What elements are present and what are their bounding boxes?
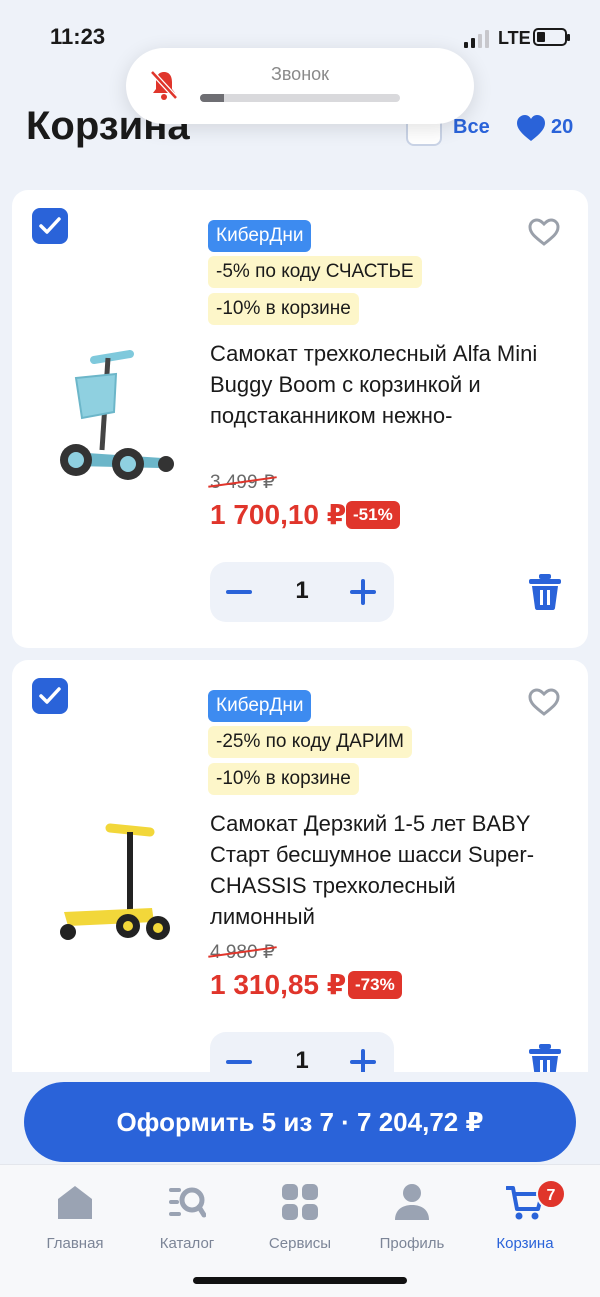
scooter-blue-image bbox=[60, 350, 174, 480]
product-name[interactable]: Самокат Дерзкий 1-5 лет BABY Старт бесшу… bbox=[210, 808, 540, 932]
status-time: 11:23 bbox=[50, 24, 106, 49]
promo-tag: КиберДни bbox=[208, 220, 312, 252]
favorite-heart-icon[interactable] bbox=[528, 218, 560, 246]
checkout-button[interactable]: Оформить 5 из 7 · 7 204,72 ₽ bbox=[24, 1082, 576, 1162]
cart-offer: -10% в корзине bbox=[208, 293, 359, 325]
ringer-label: Звонок bbox=[270, 64, 330, 84]
code-offer: -25% по коду ДАРИМ bbox=[208, 726, 413, 758]
tab-label: Профиль bbox=[379, 1235, 445, 1252]
favorites-heart-icon[interactable] bbox=[516, 114, 546, 142]
select-all-label[interactable]: Все bbox=[453, 116, 490, 139]
ringer-popup: Звонок bbox=[126, 48, 474, 124]
tab-label: Корзина bbox=[496, 1235, 554, 1252]
old-price: 3 499 ₽ bbox=[210, 472, 275, 493]
item-checkbox[interactable] bbox=[32, 208, 68, 244]
battery-icon bbox=[533, 28, 570, 46]
tab-services[interactable]: Сервисы bbox=[245, 1179, 355, 1259]
discount-badge: -51% bbox=[346, 501, 400, 529]
product-name[interactable]: Самокат трехколесный Alfa Mini Buggy Boo… bbox=[210, 338, 540, 431]
new-price: 1 700,10 ₽ bbox=[210, 499, 347, 530]
cart-item: КиберДни -5% по коду СЧАСТЬЕ -10% в корз… bbox=[12, 190, 588, 648]
checkmark-icon bbox=[39, 687, 61, 704]
trash-icon[interactable] bbox=[528, 574, 562, 610]
new-price: 1 310,85 ₽ bbox=[210, 969, 347, 1000]
tab-cart[interactable]: 7 Корзина bbox=[470, 1179, 580, 1259]
discount-badge: -73% bbox=[348, 971, 402, 999]
tab-profile[interactable]: Профиль bbox=[357, 1179, 467, 1259]
tab-catalog[interactable]: Каталог bbox=[132, 1179, 242, 1259]
ringer-volume-fill bbox=[200, 94, 224, 102]
home-icon bbox=[58, 1186, 92, 1219]
promo-tag: КиберДни bbox=[208, 690, 312, 722]
scooter-yellow-image bbox=[60, 823, 170, 940]
tab-label: Сервисы bbox=[268, 1235, 332, 1252]
favorites-count[interactable]: 20 bbox=[551, 116, 573, 139]
cart-count-badge: 7 bbox=[536, 1179, 566, 1209]
increase-button[interactable] bbox=[350, 579, 376, 605]
checkmark-icon bbox=[39, 217, 61, 234]
tab-label: Главная bbox=[46, 1235, 104, 1252]
cart-item: КиберДни -25% по коду ДАРИМ -10% в корзи… bbox=[12, 660, 588, 1092]
signal-icon bbox=[464, 30, 492, 48]
item-checkbox[interactable] bbox=[32, 678, 68, 714]
tab-home[interactable]: Главная bbox=[20, 1179, 130, 1259]
cart-offer: -10% в корзине bbox=[208, 763, 359, 795]
tab-label: Каталог bbox=[159, 1235, 215, 1252]
favorite-heart-icon[interactable] bbox=[528, 688, 560, 716]
home-indicator bbox=[193, 1277, 407, 1284]
catalog-search-icon bbox=[169, 1187, 206, 1218]
profile-icon bbox=[395, 1184, 429, 1220]
quantity-stepper: 1 bbox=[210, 562, 394, 622]
network-type: LTE bbox=[498, 28, 531, 48]
code-offer: -5% по коду СЧАСТЬЕ bbox=[208, 256, 422, 288]
services-grid-icon bbox=[282, 1184, 318, 1220]
old-price: 4 980 ₽ bbox=[210, 942, 275, 963]
ringer-volume-slider[interactable] bbox=[200, 94, 400, 102]
